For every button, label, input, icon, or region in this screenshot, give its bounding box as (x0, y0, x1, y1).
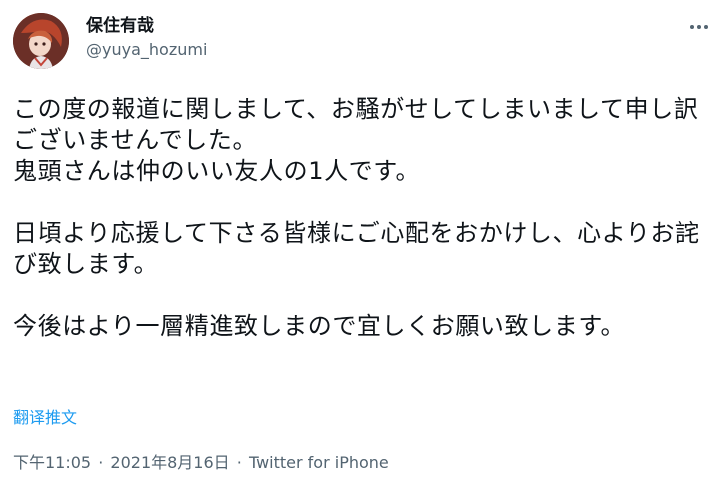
tweet-meta: 下午11:05 · 2021年8月16日 · Twitter for iPhon… (13, 453, 389, 473)
avatar[interactable] (13, 13, 69, 69)
tweet-time[interactable]: 下午11:05 (13, 453, 91, 472)
meta-separator: · (98, 453, 104, 472)
tweet-source[interactable]: Twitter for iPhone (249, 453, 389, 472)
user-handle[interactable]: @yuya_hozumi (86, 40, 207, 60)
meta-separator: · (236, 453, 242, 472)
display-name[interactable]: 保住有哉 (86, 15, 154, 37)
tweet-text: この度の報道に関しまして、お騒がせしてしまいまして申し訳ございませんでした。 鬼… (13, 95, 700, 340)
tweet-date[interactable]: 2021年8月16日 (110, 453, 229, 472)
more-horizontal-icon[interactable] (686, 14, 712, 40)
translate-tweet-link[interactable]: 翻译推文 (13, 408, 77, 428)
